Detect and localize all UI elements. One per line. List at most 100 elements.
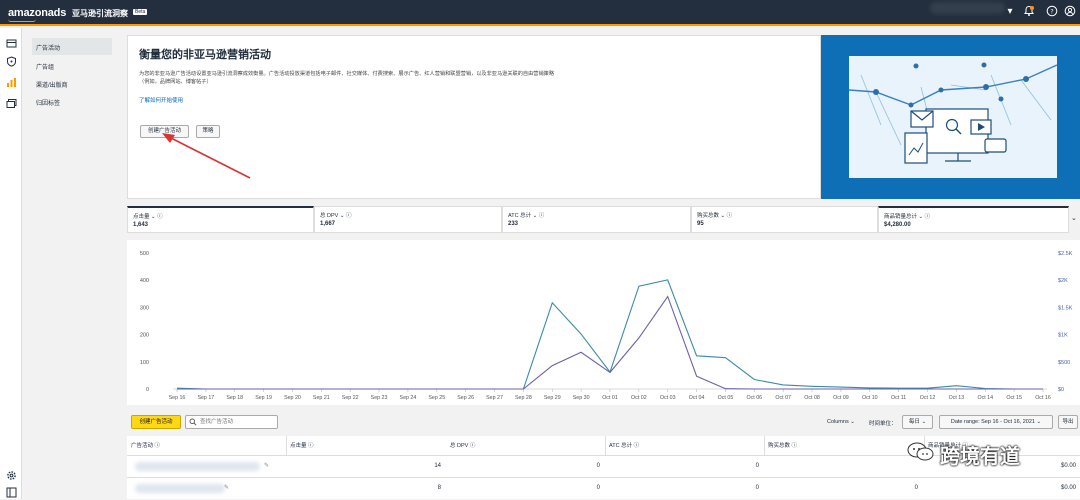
x-tick-label: Sep 25	[428, 395, 445, 401]
x-tick-label: Sep 24	[400, 395, 417, 401]
x-tick-label: Oct 11	[891, 395, 906, 401]
metric-value: 1,667	[320, 221, 336, 227]
notification-dot	[1030, 6, 1034, 10]
hero-title: 衡量您的非亚马逊营销活动	[139, 49, 271, 61]
metric-card-clicks[interactable]: 点击量 ⌄ ⓘ 1,643	[127, 206, 314, 233]
learn-how-link[interactable]: 了解如何开始使用	[139, 96, 183, 104]
reports-icon[interactable]	[5, 77, 17, 89]
left-rail	[0, 28, 22, 499]
cell-dpv: 0	[596, 485, 600, 491]
x-tick-label: Oct 02	[631, 395, 647, 401]
logo-smile	[8, 19, 36, 22]
metric-card-atc[interactable]: ATC 总计 ⌄ ⓘ 233	[502, 206, 691, 233]
x-tick-label: Oct 13	[949, 395, 965, 401]
edit-icon[interactable]: ✎	[224, 484, 229, 491]
column-header-atc[interactable]: ATC 总计 ⓘ	[609, 441, 639, 449]
sub-navigation: 广告活动 广告组 渠道/出版商 归因标签	[22, 28, 116, 499]
x-tick-label: Sep 19	[255, 395, 272, 401]
y-tick-label-right: $0	[1058, 387, 1064, 393]
subnav-item-attribution-tags[interactable]: 归因标签	[32, 93, 112, 110]
column-header-purchases[interactable]: 购买总数 ⓘ	[768, 441, 797, 449]
more-metrics-chevron-icon[interactable]: ⌄	[1071, 214, 1077, 222]
x-tick-label: Sep 29	[544, 395, 561, 401]
y-tick-label-left: 300	[140, 305, 149, 311]
y-tick-label-right: $2K	[1058, 278, 1068, 284]
x-tick-label: Oct 01	[602, 395, 618, 401]
time-unit-select[interactable]: 每日 ⌄	[902, 415, 933, 429]
amazon-ads-logo[interactable]: amazonads	[8, 7, 66, 19]
metric-value: $4,280.00	[884, 222, 911, 228]
cell-atc: 0	[755, 463, 759, 469]
account-selector[interactable]	[930, 2, 1005, 14]
cell-dpv: 0	[596, 463, 600, 469]
time-unit-label: 时间单位：	[869, 421, 897, 427]
metric-label: 购买总数 ⌄ ⓘ	[697, 213, 733, 219]
column-header-clicks[interactable]: 点击量 ⓘ	[290, 441, 314, 449]
metric-label: 商品销量总计 ⌄ ⓘ	[884, 214, 931, 220]
columns-dropdown[interactable]: Columns ⌄	[827, 419, 855, 425]
shield-icon[interactable]	[5, 56, 17, 68]
y-tick-label-right: $1.5K	[1058, 305, 1073, 311]
user-icon[interactable]	[1063, 5, 1077, 19]
table-row[interactable]: ✎ 8 0 0 0 $0.00	[127, 477, 1080, 499]
x-tick-label: Oct 09	[833, 395, 849, 401]
x-tick-label: Oct 12	[920, 395, 936, 401]
x-tick-label: Oct 07	[775, 395, 791, 401]
gear-icon[interactable]	[5, 470, 17, 482]
y-tick-label-right: $1K	[1058, 333, 1068, 339]
x-tick-label: Sep 23	[371, 395, 388, 401]
x-tick-label: Oct 15	[1006, 395, 1022, 401]
x-tick-label: Oct 10	[862, 395, 878, 401]
y-tick-label-right: $500	[1058, 360, 1070, 366]
subnav-item-publishers[interactable]: 渠道/出版商	[32, 75, 112, 92]
campaign-search-input[interactable]	[185, 415, 278, 429]
help-icon[interactable]: ?	[1045, 5, 1059, 19]
campaign-manager-icon[interactable]	[5, 38, 17, 50]
subnav-item-ad-groups[interactable]: 广告组	[32, 57, 112, 74]
x-tick-label: Sep 21	[313, 395, 330, 401]
table-row[interactable]: ✎ 14 0 0 $0.00	[127, 455, 1080, 477]
cell-sales: $0.00	[1060, 485, 1076, 491]
performance-chart-area: 0 100 200 300 400 500 $0 $500 $1K $1.5K $2K $2.5K Se…	[127, 240, 1080, 405]
export-button[interactable]: 导出	[1058, 415, 1078, 429]
cell-clicks: 14	[434, 463, 441, 469]
metric-card-sales[interactable]: 商品销量总计 ⌄ ⓘ $4,280.00	[878, 206, 1069, 233]
chevron-down-icon[interactable]: ▾	[1003, 5, 1017, 19]
campaign-name[interactable]	[135, 462, 260, 471]
y-tick-label-left: 200	[140, 333, 149, 339]
metric-label: ATC 总计 ⌄ ⓘ	[508, 213, 545, 219]
metric-value: 95	[697, 221, 704, 227]
metric-label: 总 DPV ⌄ ⓘ	[320, 213, 352, 219]
search-icon	[189, 418, 197, 426]
campaign-name[interactable]	[135, 484, 225, 493]
create-campaign-button-secondary[interactable]: 创建广告活动	[131, 415, 181, 429]
cell-clicks: 8	[437, 485, 441, 491]
metric-value: 1,643	[133, 222, 149, 228]
date-range-picker[interactable]: Date range: Sep 16 - Oct 16, 2021 ⌄	[939, 415, 1053, 429]
x-tick-label: Oct 06	[747, 395, 763, 401]
watermark-text: 跨境有道	[940, 446, 1020, 468]
metric-label: 点击量 ⌄ ⓘ	[133, 214, 163, 220]
y-tick-label-left: 0	[146, 387, 149, 393]
column-header-campaign[interactable]: 广告活动 ⓘ	[131, 441, 160, 449]
hero-illustration	[821, 35, 1080, 199]
metric-card-purchases[interactable]: 购买总数 ⌄ ⓘ 95	[691, 206, 878, 233]
subnav-item-campaigns[interactable]: 广告活动	[32, 38, 112, 55]
series-line	[177, 295, 1043, 390]
x-tick-label: Oct 14	[977, 395, 993, 401]
x-tick-label: Sep 27	[486, 395, 503, 401]
collapse-icon[interactable]	[5, 487, 17, 499]
x-tick-label: Sep 16	[169, 395, 186, 401]
svg-text:?: ?	[1050, 7, 1053, 15]
media-icon[interactable]	[5, 98, 17, 110]
x-tick-label: Sep 20	[284, 395, 301, 401]
wechat-logo-icon	[906, 441, 936, 463]
edit-icon[interactable]: ✎	[264, 462, 269, 469]
y-tick-label-left: 400	[140, 278, 149, 284]
x-tick-label: Sep 26	[457, 395, 474, 401]
x-tick-label: Sep 17	[197, 395, 214, 401]
column-header-dpv[interactable]: 总 DPV ⓘ	[450, 441, 475, 449]
x-tick-label: Oct 05	[718, 395, 734, 401]
top-bar: amazonads 亚马逊引流洞察 Beta ▾ ?	[0, 0, 1080, 26]
metric-card-dpv[interactable]: 总 DPV ⌄ ⓘ 1,667	[314, 206, 502, 233]
